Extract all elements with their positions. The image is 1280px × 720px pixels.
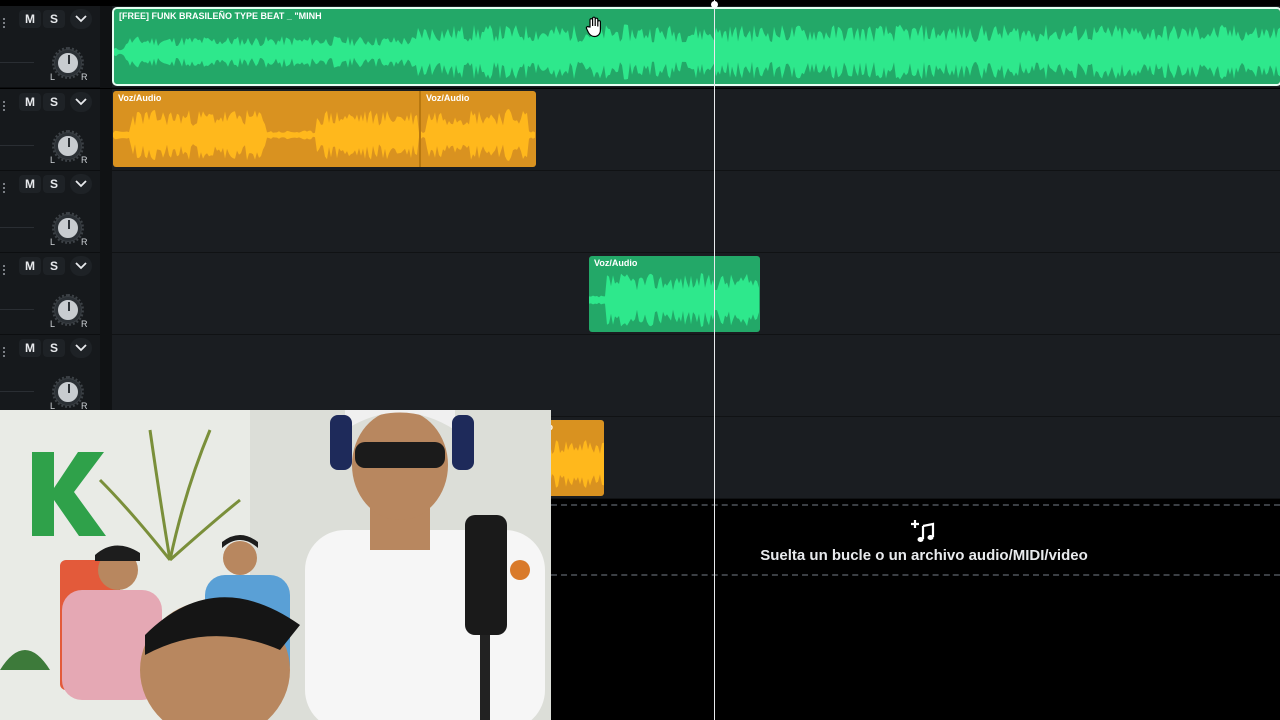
pan-right-label: R bbox=[81, 237, 88, 247]
pan-left-label: L bbox=[50, 72, 56, 82]
audio-clip-voz-a[interactable]: Voz/Audio Voz/Audio bbox=[113, 91, 536, 167]
solo-button[interactable]: S bbox=[43, 93, 65, 111]
mute-button[interactable]: M bbox=[19, 93, 41, 111]
drag-handle-icon[interactable] bbox=[3, 347, 7, 359]
track-header-1: M S L R bbox=[0, 6, 100, 88]
drag-handle-icon[interactable] bbox=[3, 183, 7, 195]
mute-button[interactable]: M bbox=[19, 10, 41, 28]
track-options-button[interactable] bbox=[70, 9, 92, 29]
pan-left-label: L bbox=[50, 237, 56, 247]
clip-title: Voz/Audio bbox=[426, 93, 470, 103]
pan-knob[interactable]: L R bbox=[50, 212, 90, 249]
hand-cursor-icon bbox=[585, 16, 601, 38]
solo-button[interactable]: S bbox=[43, 10, 65, 28]
track-options-button[interactable] bbox=[70, 92, 92, 112]
pan-right-label: R bbox=[81, 155, 88, 165]
clip-title: Voz/Audio bbox=[118, 93, 162, 103]
pan-right-label: R bbox=[81, 72, 88, 82]
pan-knob[interactable]: L R bbox=[50, 376, 90, 413]
webcam-video-image bbox=[0, 410, 551, 720]
audio-clip-beat[interactable]: [FREE] FUNK BRASILEÑO TYPE BEAT _ "MINH bbox=[112, 7, 1280, 86]
playhead-handle[interactable] bbox=[711, 1, 718, 8]
pan-left-label: L bbox=[50, 155, 56, 165]
playhead[interactable] bbox=[714, 0, 715, 720]
drop-zone[interactable]: Suelta un bucle o un archivo audio/MIDI/… bbox=[551, 504, 1280, 576]
waveform bbox=[113, 109, 535, 161]
chevron-down-icon bbox=[75, 180, 87, 188]
waveform-shape bbox=[113, 109, 535, 161]
solo-button[interactable]: S bbox=[43, 175, 65, 193]
track-header-4: M S L R bbox=[0, 253, 100, 335]
chevron-down-icon bbox=[75, 15, 87, 23]
solo-button[interactable]: S bbox=[43, 257, 65, 275]
track-header-3: M S L R bbox=[0, 171, 100, 253]
track-options-button[interactable] bbox=[70, 256, 92, 276]
drag-handle-icon[interactable] bbox=[3, 101, 7, 113]
pan-left-label: L bbox=[50, 319, 56, 329]
waveform-shape bbox=[114, 24, 1280, 80]
mute-button[interactable]: M bbox=[19, 175, 41, 193]
clip-title: Voz/Audio bbox=[594, 258, 638, 268]
track-lane-5[interactable] bbox=[100, 335, 1280, 417]
pan-knob[interactable]: L R bbox=[50, 294, 90, 331]
mute-button[interactable]: M bbox=[19, 339, 41, 357]
chevron-down-icon bbox=[75, 98, 87, 106]
track-options-button[interactable] bbox=[70, 338, 92, 358]
mute-button[interactable]: M bbox=[19, 257, 41, 275]
drag-handle-icon[interactable] bbox=[3, 265, 7, 277]
solo-button[interactable]: S bbox=[43, 339, 65, 357]
audio-clip-voz-c[interactable]: Voz/Audio bbox=[589, 256, 760, 332]
waveform bbox=[114, 24, 1280, 80]
chevron-down-icon bbox=[75, 262, 87, 270]
track-options-button[interactable] bbox=[70, 174, 92, 194]
drop-zone-label: Suelta un bucle o un archivo audio/MIDI/… bbox=[760, 547, 1088, 564]
drag-handle-icon[interactable] bbox=[3, 18, 7, 30]
track-header-5: M S L R bbox=[0, 335, 100, 417]
track-header-2: M S L R bbox=[0, 89, 100, 171]
pan-right-label: R bbox=[81, 319, 88, 329]
track-lane-3[interactable] bbox=[100, 171, 1280, 253]
chevron-down-icon bbox=[75, 344, 87, 352]
pan-knob[interactable]: L R bbox=[50, 47, 90, 84]
add-music-icon bbox=[911, 520, 935, 542]
waveform bbox=[589, 273, 759, 327]
waveform-shape bbox=[589, 273, 759, 327]
webcam-overlay bbox=[0, 410, 551, 720]
clip-title: [FREE] FUNK BRASILEÑO TYPE BEAT _ "MINH bbox=[119, 11, 322, 21]
pan-knob[interactable]: L R bbox=[50, 130, 90, 167]
